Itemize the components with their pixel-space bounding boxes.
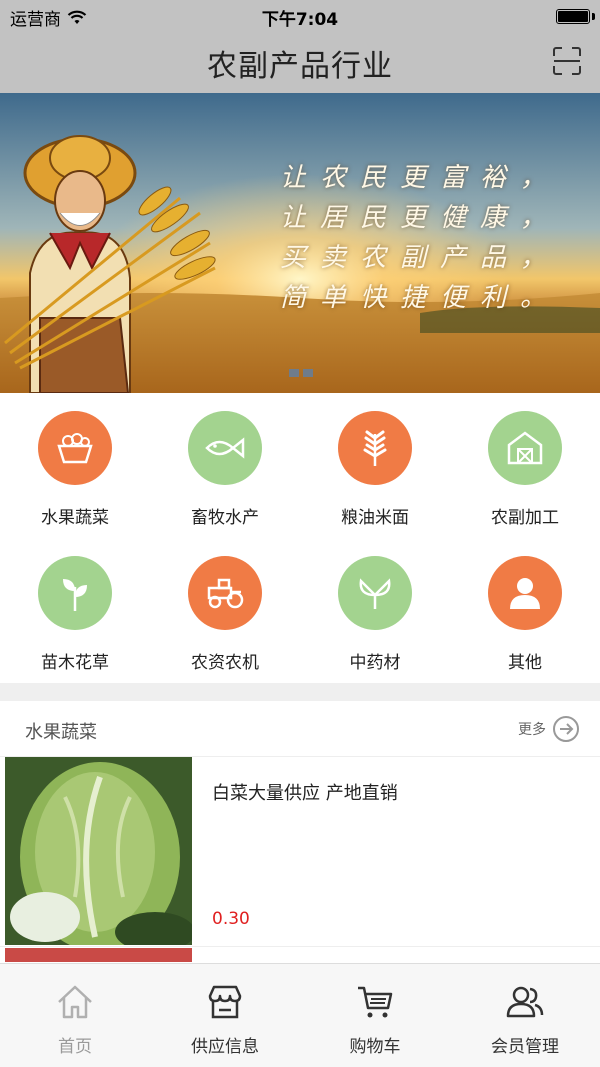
banner-line: 让农民更富裕， [280,163,561,193]
person-icon [488,556,562,630]
product-price: 0.30 [212,909,250,929]
tab-label: 购物车 [349,1037,401,1057]
section-title: 水果蔬菜 [25,722,97,743]
cart-icon [358,986,393,1018]
fruit-basket-icon [38,411,112,485]
status-time: 下午7:04 [261,10,339,30]
category-agri-processing[interactable]: 农副加工 [450,411,600,528]
product-card[interactable]: 白菜大量供应 产地直销 0.30 [0,757,600,947]
carousel-dot[interactable] [289,369,299,377]
banner-line: 买卖农副产品， [280,243,561,273]
arrow-right-circle-icon [553,716,579,742]
members-icon [506,986,544,1018]
sprout-icon [38,556,112,630]
product-name: 白菜大量供应 产地直销 [212,783,398,804]
home-icon [58,985,92,1019]
tab-home[interactable]: 首页 [0,982,150,1057]
tab-members[interactable]: 会员管理 [450,982,600,1057]
tab-bar: 首页 供应信息 购物车 会员管理 [0,963,600,1067]
fish-icon [188,411,262,485]
banner-slogan: 让农民更富裕， 让居民更健康， 买卖农副产品， 简单快捷便利。 [280,158,560,318]
category-fruit-vegetables[interactable]: 水果蔬菜 [0,411,150,528]
tab-label: 供应信息 [191,1037,259,1057]
category-agri-machinery[interactable]: 农资农机 [150,556,300,673]
banner-line: 简单快捷便利。 [280,283,561,313]
category-label: 其他 [508,653,542,673]
category-label: 粮油米面 [341,508,409,528]
section-divider [0,683,600,701]
carousel-dot[interactable] [303,369,313,377]
banner-line: 让居民更健康， [280,203,561,233]
category-label: 农资农机 [191,653,259,673]
category-livestock-aquatic[interactable]: 畜牧水产 [150,411,300,528]
more-label: 更多 [518,722,546,738]
barn-icon [488,411,562,485]
tab-cart[interactable]: 购物车 [300,982,450,1057]
tab-label: 会员管理 [491,1037,559,1057]
category-label: 中药材 [349,653,401,673]
status-bar: 运营商 下午7:04 [0,0,600,32]
scan-icon[interactable] [552,46,582,76]
category-label: 畜牧水产 [191,508,259,528]
wheat-icon [338,411,412,485]
category-label: 水果蔬菜 [41,508,109,528]
section-header: 水果蔬菜 更多 [0,701,600,757]
category-grain-oil[interactable]: 粮油米面 [300,411,450,528]
carousel-dots[interactable] [289,369,313,377]
category-grid: 水果蔬菜 畜牧水产 粮油米面 农副加工 苗木花草 农资农机 中药材 其他 [0,393,600,683]
battery-icon [556,9,590,24]
page-title: 农副产品行业 [207,48,393,84]
promo-banner[interactable]: 让农民更富裕， 让居民更健康， 买卖农副产品， 简单快捷便利。 [0,93,600,393]
product-image [5,757,192,945]
category-label: 苗木花草 [41,653,109,673]
tab-label: 首页 [58,1037,92,1057]
category-other[interactable]: 其他 [450,556,600,673]
tractor-icon [188,556,262,630]
store-icon [208,985,242,1019]
category-herbal-medicine[interactable]: 中药材 [300,556,450,673]
tab-supply-info[interactable]: 供应信息 [150,982,300,1057]
ginkgo-leaf-icon [338,556,412,630]
nav-bar: 农副产品行业 [0,32,600,93]
more-button[interactable]: 更多 [518,715,580,743]
product-image-partial[interactable] [5,948,192,962]
cabbage-photo [5,757,192,945]
category-seedlings-flowers[interactable]: 苗木花草 [0,556,150,673]
battery-tip [592,13,595,20]
category-label: 农副加工 [491,508,559,528]
